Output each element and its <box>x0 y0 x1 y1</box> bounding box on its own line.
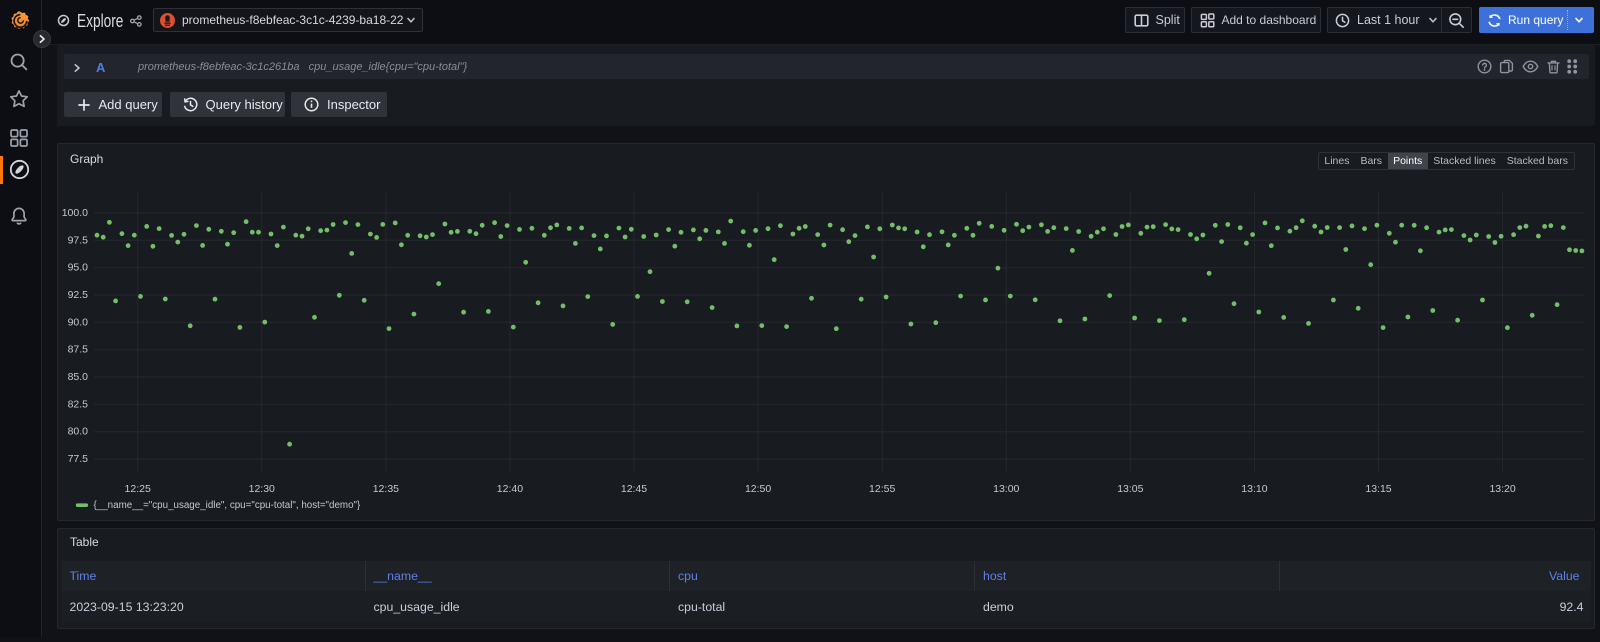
svg-text:100.0: 100.0 <box>62 207 88 219</box>
svg-text:92.5: 92.5 <box>68 289 89 301</box>
svg-text:85.0: 85.0 <box>68 371 89 383</box>
svg-text:87.5: 87.5 <box>68 344 89 356</box>
svg-text:13:10: 13:10 <box>1241 483 1267 495</box>
svg-text:12:25: 12:25 <box>125 483 151 495</box>
svg-text:12:45: 12:45 <box>621 483 647 495</box>
svg-text:13:05: 13:05 <box>1117 483 1143 495</box>
svg-text:97.5: 97.5 <box>68 234 89 246</box>
svg-text:77.5: 77.5 <box>68 453 89 465</box>
svg-text:13:15: 13:15 <box>1365 483 1391 495</box>
svg-text:12:30: 12:30 <box>249 483 275 495</box>
svg-text:95.0: 95.0 <box>68 262 89 274</box>
svg-text:13:20: 13:20 <box>1489 483 1515 495</box>
svg-text:80.0: 80.0 <box>68 426 89 438</box>
svg-text:13:00: 13:00 <box>993 483 1019 495</box>
svg-text:12:55: 12:55 <box>869 483 895 495</box>
svg-text:12:40: 12:40 <box>497 483 523 495</box>
svg-text:82.5: 82.5 <box>68 398 89 410</box>
svg-text:12:35: 12:35 <box>373 483 399 495</box>
svg-text:{__name__="cpu_usage_idle", cp: {__name__="cpu_usage_idle", cpu="cpu-tot… <box>94 500 362 511</box>
svg-text:90.0: 90.0 <box>68 316 89 328</box>
svg-text:12:50: 12:50 <box>745 483 771 495</box>
